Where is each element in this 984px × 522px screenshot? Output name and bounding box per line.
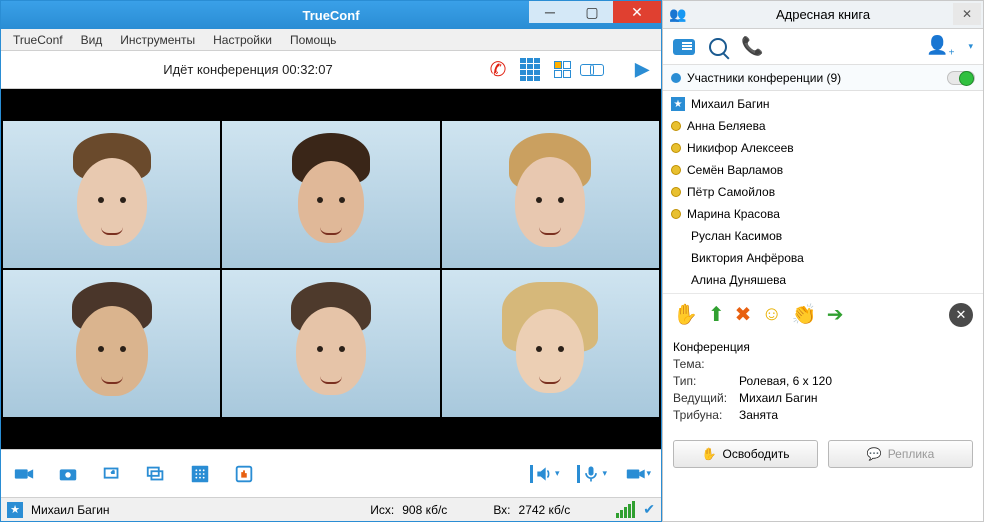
main-window: TrueConf ─ ▢ ✕ TrueConf Вид Инструменты …	[0, 0, 662, 522]
reaction-row: ✋ ⬆ ✖ ☺ 👏 ➔ ✕	[663, 293, 983, 335]
speaker-control[interactable]: ▾	[530, 464, 560, 484]
menu-settings[interactable]: Настройки	[205, 31, 280, 49]
window-minimize-button[interactable]: ─	[529, 1, 571, 23]
statusbar: ★ Михаил Багин Исх: 908 кб/с Вх: 2742 кб…	[1, 497, 661, 521]
search-icon[interactable]	[709, 38, 727, 56]
participants-header-text: Участники конференции (9)	[687, 71, 841, 85]
phone-folder-icon[interactable]: 📞	[741, 36, 763, 57]
list-item[interactable]: Руслан Касимов	[663, 225, 983, 247]
next-icon[interactable]: ▶	[631, 59, 653, 81]
participants-header[interactable]: Участники конференции (9)	[663, 65, 983, 91]
card-icon[interactable]	[673, 39, 695, 55]
snapshot-icon[interactable]	[55, 461, 81, 487]
status-dot-icon	[671, 187, 681, 197]
star-icon: ★	[671, 97, 685, 111]
exit-icon[interactable]: ➔	[827, 302, 844, 327]
presentation-icon[interactable]	[143, 461, 169, 487]
window-maximize-button[interactable]: ▢	[571, 1, 613, 23]
cancel-icon[interactable]: ✕	[949, 303, 973, 327]
current-user: Михаил Багин	[31, 503, 110, 517]
conference-info: Конференция Тема: Тип:Ролевая, 6 x 120 В…	[663, 335, 983, 434]
video-cell-4[interactable]	[3, 270, 220, 417]
star-icon: ★	[7, 502, 23, 518]
hangup-icon[interactable]: ✆	[487, 59, 509, 81]
list-item[interactable]: Анна Беляева	[663, 115, 983, 137]
add-user-icon[interactable]: 👤+	[926, 35, 954, 59]
chat-icon: 💬	[867, 447, 882, 461]
list-item[interactable]: Марина Красова	[663, 203, 983, 225]
status-dot-icon	[671, 165, 681, 175]
side-title: Адресная книга	[663, 7, 983, 22]
chevron-down-icon[interactable]: ▾	[968, 41, 973, 52]
menu-trueconf[interactable]: TrueConf	[5, 31, 71, 49]
conference-status: Идёт конференция 00:32:07	[9, 62, 487, 77]
video-cell-3[interactable]	[442, 121, 659, 268]
list-item[interactable]: Виктория Анфёрова	[663, 247, 983, 269]
video-cell-1[interactable]: ★	[3, 121, 220, 268]
chevron-down-icon: ▾	[555, 468, 560, 479]
hand-icon: ✋	[702, 447, 717, 461]
outgoing-value: 908 кб/с	[402, 503, 447, 517]
video-cell-6[interactable]	[442, 270, 659, 417]
list-item[interactable]: ★Михаил Багин	[663, 93, 983, 115]
share-screen-icon[interactable]	[99, 461, 125, 487]
shield-icon: ✔	[643, 501, 655, 518]
bottom-toolbar: ▾ ▾ ▾	[1, 449, 661, 497]
participants-list: ★Михаил Багин Анна Беляева Никифор Алекс…	[663, 91, 983, 293]
signal-icon	[616, 501, 635, 518]
menu-view[interactable]: Вид	[73, 31, 111, 49]
info-heading: Конференция	[673, 339, 973, 356]
list-item[interactable]: Алина Дуняшева	[663, 269, 983, 291]
applause-icon[interactable]: 👏	[792, 302, 817, 327]
blue-dot-icon	[671, 73, 681, 83]
address-book-panel: 👥 Адресная книга ✕ 📞 👤+ ▾ Участники конф…	[662, 0, 984, 522]
menu-tools[interactable]: Инструменты	[112, 31, 203, 49]
video-cell-5[interactable]	[222, 270, 439, 417]
status-dot-icon	[671, 121, 681, 131]
list-item[interactable]: Семён Варламов	[663, 159, 983, 181]
participants-grid-icon[interactable]	[187, 461, 213, 487]
raise-hand-icon[interactable]: ✋	[673, 302, 698, 327]
camera-toggle-icon[interactable]: ▾	[625, 461, 651, 487]
status-dot-icon	[671, 143, 681, 153]
toggle-switch[interactable]	[947, 71, 975, 85]
chevron-down-icon: ▾	[602, 468, 607, 479]
layout-icon[interactable]	[551, 59, 573, 81]
reject-icon[interactable]: ✖	[735, 302, 752, 327]
status-dot-icon	[671, 209, 681, 219]
side-titlebar: 👥 Адресная книга ✕	[663, 1, 983, 29]
list-item[interactable]: Никифор Алексеев	[663, 137, 983, 159]
video-area: ★	[1, 89, 661, 449]
incoming-value: 2742 кб/с	[519, 503, 571, 517]
chevron-down-icon: ▾	[646, 468, 651, 479]
menu-help[interactable]: Помощь	[282, 31, 344, 49]
menubar: TrueConf Вид Инструменты Настройки Помощ…	[1, 29, 661, 51]
list-item[interactable]: Пётр Самойлов	[663, 181, 983, 203]
raise-hand-icon[interactable]	[231, 461, 257, 487]
mic-control[interactable]: ▾	[577, 464, 607, 484]
people-icon: 👥	[669, 6, 686, 23]
window-close-button[interactable]: ✕	[613, 1, 661, 23]
outgoing-label: Исх:	[370, 503, 394, 517]
camera-icon[interactable]	[11, 461, 37, 487]
keypad-icon[interactable]	[519, 59, 541, 81]
titlebar: TrueConf ─ ▢ ✕	[1, 1, 661, 29]
smile-icon[interactable]: ☺	[761, 303, 781, 326]
chat-icon[interactable]	[583, 59, 605, 81]
side-close-button[interactable]: ✕	[953, 3, 981, 25]
side-toolbar: 📞 👤+ ▾	[663, 29, 983, 65]
video-cell-2[interactable]	[222, 121, 439, 268]
incoming-label: Вх:	[493, 503, 510, 517]
arrow-up-icon[interactable]: ⬆	[708, 302, 725, 327]
replica-button[interactable]: 💬Реплика	[828, 440, 973, 468]
free-button[interactable]: ✋Освободить	[673, 440, 818, 468]
toolbar: Идёт конференция 00:32:07 ✆ ▶	[1, 51, 661, 89]
